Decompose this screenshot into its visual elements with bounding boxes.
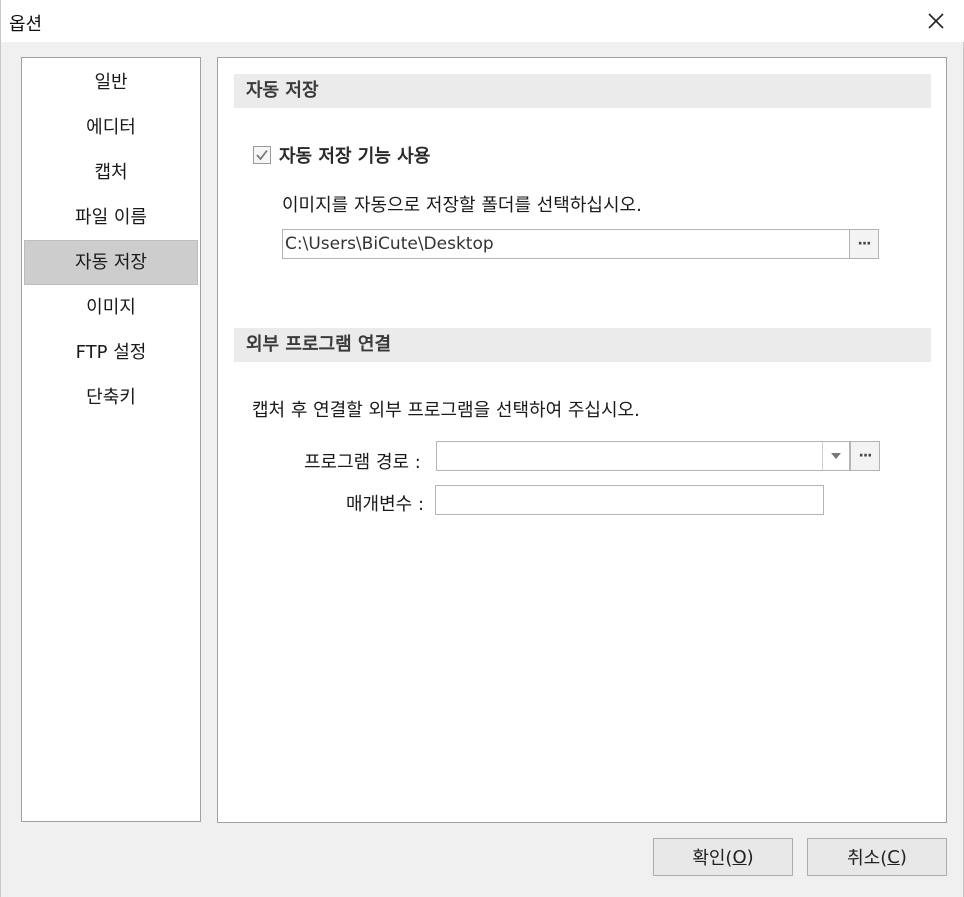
category-list: 일반 에디터 캡처 파일 이름 자동 저장 이미지 FTP 설정 단축키 <box>21 57 201 822</box>
external-program-prompt: 캡처 후 연결할 외부 프로그램을 선택하여 주십시오. <box>252 400 640 421</box>
ok-button[interactable]: 확인(O) <box>653 838 793 876</box>
ok-button-suffix: ) <box>746 846 754 868</box>
autosave-enable-label: 자동 저장 기능 사용 <box>279 146 431 167</box>
nav-item-general[interactable]: 일반 <box>24 60 198 105</box>
options-dialog: 옵션 일반 에디터 캡처 파일 이름 자동 저장 이미지 FTP 설정 단축키 … <box>0 0 964 897</box>
cancel-button[interactable]: 취소(C) <box>807 838 947 876</box>
params-label: 매개변수 : <box>346 494 425 515</box>
nav-item-filename[interactable]: 파일 이름 <box>24 195 198 240</box>
autosave-enable-row[interactable]: 자동 저장 기능 사용 <box>253 142 430 168</box>
ok-button-prefix: 확인( <box>692 848 733 869</box>
autosave-section-header: 자동 저장 <box>234 74 931 108</box>
params-input[interactable] <box>435 485 824 515</box>
nav-item-capture[interactable]: 캡처 <box>24 150 198 195</box>
program-path-label: 프로그램 경로 : <box>304 452 421 473</box>
chevron-down-icon <box>831 453 841 459</box>
folder-prompt: 이미지를 자동으로 저장할 폴더를 선택하십시오. <box>282 195 642 216</box>
checkmark-icon <box>256 149 268 161</box>
program-path-combo[interactable] <box>436 441 850 471</box>
cancel-button-suffix: ) <box>899 846 907 868</box>
cancel-button-prefix: 취소( <box>847 848 888 869</box>
close-button[interactable] <box>913 2 959 40</box>
nav-item-ftp[interactable]: FTP 설정 <box>24 330 198 375</box>
title-bar: 옵션 <box>1 0 964 42</box>
nav-item-image[interactable]: 이미지 <box>24 285 198 330</box>
cancel-button-key: C <box>887 846 900 868</box>
nav-item-editor[interactable]: 에디터 <box>24 105 198 150</box>
settings-panel: 자동 저장 자동 저장 기능 사용 이미지를 자동으로 저장할 폴더를 선택하십… <box>217 57 947 823</box>
program-browse-button[interactable]: ··· <box>850 441 880 471</box>
combo-dropdown-button[interactable] <box>822 442 849 470</box>
ok-button-key: O <box>732 846 747 868</box>
folder-browse-button[interactable]: ··· <box>849 229 879 259</box>
close-icon <box>928 13 944 29</box>
autosave-enable-checkbox[interactable] <box>253 146 271 164</box>
autosave-folder-input[interactable] <box>282 229 849 259</box>
nav-item-autosave[interactable]: 자동 저장 <box>24 240 198 285</box>
nav-item-shortcuts[interactable]: 단축키 <box>24 375 198 420</box>
external-program-section-header: 외부 프로그램 연결 <box>234 328 931 362</box>
window-title: 옵션 <box>9 14 43 35</box>
